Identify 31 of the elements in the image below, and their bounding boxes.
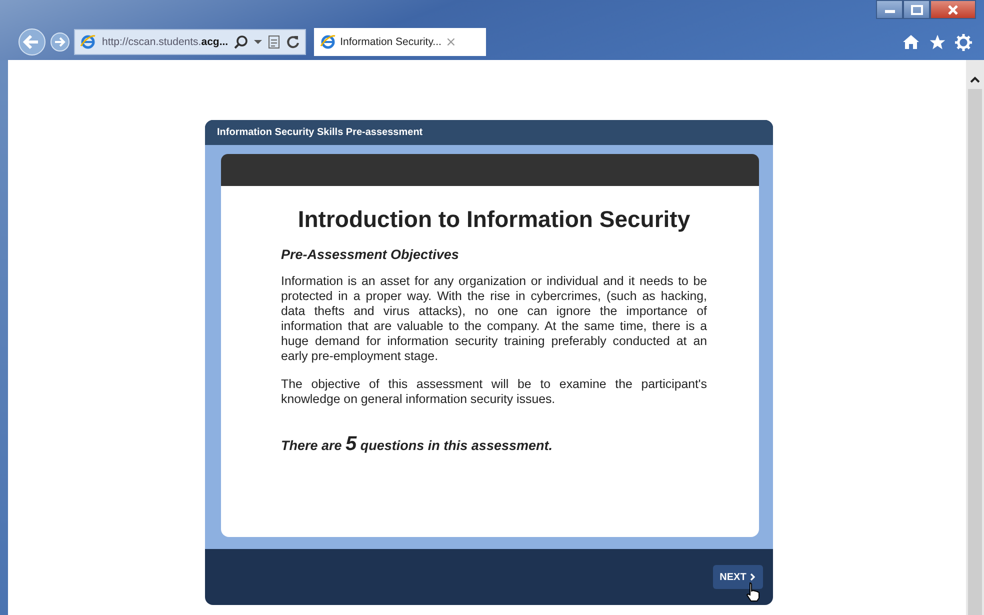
back-icon[interactable] [18,28,46,56]
dropdown-caret-icon[interactable] [254,39,262,45]
tab-title: Information Security... [340,36,442,48]
star-icon[interactable] [929,34,946,50]
maximize-icon [910,4,922,14]
question-count-text: There are 5 questions in this assessment. [281,433,554,456]
scrollbar-thumb[interactable] [968,89,982,615]
browser-logo-icon [80,34,96,50]
next-button[interactable]: NEXT [713,565,763,589]
body-paragraph: The objective of this assessment will be to examine the participant's knowledge on general information security issues. [281,377,707,407]
browser-logo-icon [320,34,336,50]
course-title: Information Security Skills Pre-assessment [205,120,773,145]
refresh-icon[interactable] [286,35,300,49]
close-icon [947,4,959,14]
address-bar[interactable]: http://cscan.students.acg... [74,29,306,55]
section-heading: Pre-Assessment Objectives [281,247,460,262]
slide-heading: Introduction to Information Security [296,206,692,233]
hand-cursor-icon [745,582,761,602]
close-window-button[interactable] [930,0,976,19]
browser-tab[interactable]: Information Security... × [314,28,486,56]
chevron-right-icon [750,573,756,581]
scroll-up-icon[interactable] [970,76,980,83]
compatibility-icon[interactable] [268,35,280,49]
maximize-button[interactable] [903,0,930,19]
body-paragraph: Information is an asset for any organization or individual and it needs to be protected in a proper way. With the rise in cybercrimes, (such as hacking, data thefts and virus attacks), no one can ignore the importance of information that are valuable to the company. At the same time, there is a huge demand for information security training preferably conducted at an early pre-employment stage. [281,274,707,364]
search-icon[interactable] [234,35,248,49]
settings-icon[interactable] [955,34,972,50]
home-icon[interactable] [902,34,920,50]
forward-icon[interactable] [50,32,70,52]
minimize-button[interactable] [876,0,903,19]
url-text: http://cscan.students.acg... [102,36,228,48]
